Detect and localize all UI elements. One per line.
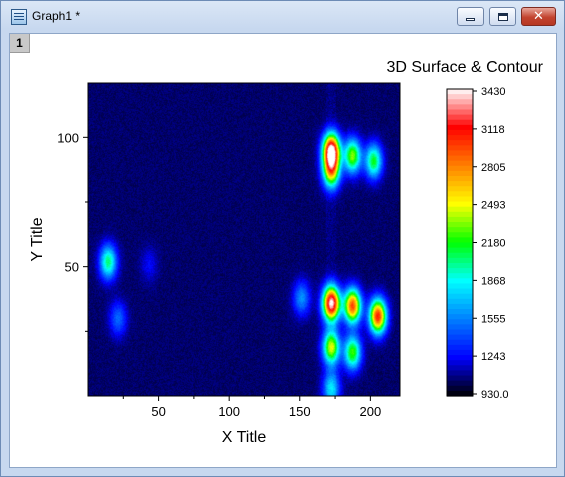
color-scale-band — [447, 344, 473, 351]
plot-area[interactable] — [87, 82, 401, 397]
minimize-button[interactable] — [457, 7, 484, 26]
y-tick-label: 100 — [57, 130, 79, 145]
color-scale-band — [447, 319, 473, 325]
color-scale-band — [447, 232, 473, 238]
color-scale-band — [447, 262, 473, 269]
color-scale-band — [447, 119, 473, 126]
color-scale-band — [447, 191, 473, 198]
color-scale-label: 3118 — [481, 124, 505, 136]
heatmap-image — [88, 83, 400, 396]
color-scale-band — [447, 365, 473, 372]
color-scale-band — [447, 242, 473, 249]
x-tick-label: 200 — [360, 404, 382, 419]
color-scale-label: 1243 — [481, 351, 505, 363]
window-title: Graph1 * — [32, 9, 81, 23]
y-axis-title[interactable]: Y Title — [29, 217, 46, 261]
color-scale-band — [447, 375, 473, 382]
color-scale-band — [447, 124, 473, 131]
color-scale-label: 2805 — [481, 162, 505, 174]
color-scale-band — [447, 186, 473, 192]
x-tick-label: 100 — [218, 404, 240, 419]
color-scale-band — [447, 227, 473, 233]
color-scale-band — [447, 278, 473, 285]
color-scale-band — [447, 99, 473, 105]
color-scale-band — [447, 150, 473, 157]
color-scale-label: 1868 — [481, 275, 505, 287]
color-scale-band — [447, 334, 473, 341]
color-scale-band — [447, 216, 473, 223]
color-scale-band — [447, 380, 473, 387]
maximize-button[interactable] — [489, 7, 516, 26]
color-scale-band — [447, 160, 473, 167]
color-scale-band — [447, 314, 473, 320]
x-tick-label: 150 — [289, 404, 311, 419]
heatmap-chart[interactable]: 50 100 150 200 50 100 3D Surface & Contour X … — [10, 34, 556, 467]
graph-window: Graph1 * ✕ 1 50 100 150 200 50 100 3D Surface… — [0, 0, 565, 477]
color-scale-label: 2493 — [481, 200, 505, 212]
color-scale-band — [447, 298, 473, 305]
x-axis-title[interactable]: X Title — [222, 429, 267, 446]
color-scale-band — [447, 288, 473, 295]
color-scale-band — [447, 201, 473, 208]
color-scale-band — [447, 196, 473, 203]
color-scale-band — [447, 309, 473, 315]
close-icon: ✕ — [533, 9, 544, 24]
color-scale-band — [447, 165, 473, 172]
chart-title: 3D Surface & Contour — [386, 59, 543, 76]
color-scale-band — [447, 283, 473, 290]
color-scale-band — [447, 104, 473, 111]
color-scale-band — [447, 135, 473, 141]
color-scale-band — [447, 370, 473, 377]
color-scale-band — [447, 109, 473, 116]
color-scale-band — [447, 237, 473, 244]
color-scale-band — [447, 175, 473, 182]
graph-window-icon[interactable] — [11, 9, 27, 25]
color-scale-band — [447, 293, 473, 300]
color-scale-band — [447, 355, 473, 361]
color-scale[interactable]: 3430 3118 2805 2493 2180 1868 1555 1243 930.0 — [446, 86, 509, 401]
color-scale-band — [447, 329, 473, 336]
color-scale-band — [447, 145, 473, 151]
color-scale-band — [447, 257, 473, 264]
color-scale-label: 3430 — [481, 86, 505, 98]
color-scale-band — [447, 273, 473, 279]
color-scale-band — [447, 170, 473, 177]
color-scale-band — [447, 360, 473, 366]
color-scale-band — [447, 94, 473, 100]
graph-page[interactable]: 1 50 100 150 200 50 100 3D Surface & Contour … — [9, 33, 557, 468]
color-scale-band — [447, 268, 473, 274]
color-scale-band — [447, 129, 473, 136]
color-scale-band — [447, 303, 473, 310]
color-scale-band — [447, 247, 473, 254]
color-scale-band — [447, 140, 473, 146]
color-scale-band — [447, 385, 473, 392]
color-scale-band — [447, 206, 473, 213]
minimize-icon — [466, 18, 475, 21]
x-tick-label: 50 — [151, 404, 165, 419]
color-scale-label: 930.0 — [481, 389, 509, 401]
color-scale-band — [447, 252, 473, 259]
color-scale-band — [447, 114, 473, 121]
color-scale-label: 2180 — [481, 238, 505, 250]
color-scale-band — [447, 181, 473, 187]
color-scale-band — [447, 222, 473, 228]
color-scale-band — [447, 211, 473, 218]
window-titlebar[interactable]: Graph1 * ✕ — [1, 1, 564, 31]
maximize-icon — [497, 12, 508, 21]
y-tick-label: 50 — [65, 260, 79, 275]
color-scale-band — [447, 324, 473, 331]
color-scale-label: 1555 — [481, 313, 505, 325]
close-button[interactable]: ✕ — [521, 7, 556, 26]
color-scale-band — [447, 339, 473, 346]
color-scale-band — [447, 89, 473, 95]
color-scale-band — [447, 349, 473, 356]
color-scale-band — [447, 155, 473, 162]
